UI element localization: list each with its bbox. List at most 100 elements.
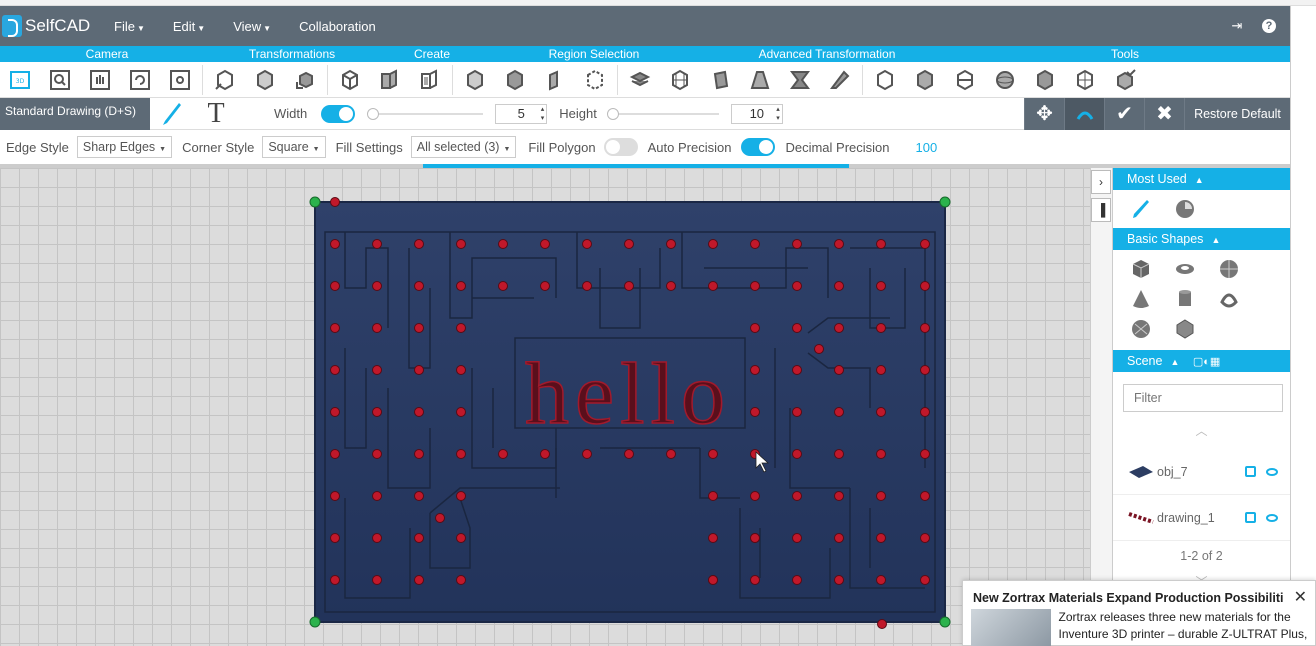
vertex-point[interactable] bbox=[792, 323, 802, 333]
vertex-point[interactable] bbox=[920, 575, 930, 585]
vertex-point[interactable] bbox=[834, 365, 844, 375]
scale-icon[interactable] bbox=[285, 64, 325, 96]
vertex-point[interactable] bbox=[708, 491, 718, 501]
vertex-point[interactable] bbox=[582, 239, 592, 249]
vertex-point[interactable] bbox=[834, 491, 844, 501]
vertex-point[interactable] bbox=[876, 407, 886, 417]
height-slider[interactable] bbox=[606, 107, 719, 120]
news-notification[interactable]: New Zortrax Materials Expand Production … bbox=[962, 580, 1316, 646]
vertex-point[interactable] bbox=[414, 533, 424, 543]
vertex-point[interactable] bbox=[666, 449, 676, 459]
width-input[interactable]: 5 bbox=[495, 103, 548, 124]
vertex-point[interactable] bbox=[708, 449, 718, 459]
vertex-point[interactable] bbox=[876, 533, 886, 543]
vertex-point[interactable] bbox=[920, 281, 930, 291]
restore-default-button[interactable]: Restore Default bbox=[1184, 97, 1290, 130]
scroll-up-icon[interactable]: ︿ bbox=[1113, 422, 1290, 439]
vertex-point[interactable] bbox=[582, 449, 592, 459]
vertex-point[interactable] bbox=[414, 491, 424, 501]
snap-button[interactable] bbox=[1064, 97, 1104, 130]
vertex-point[interactable] bbox=[330, 449, 340, 459]
cylinder-shape-icon[interactable] bbox=[1163, 284, 1207, 314]
vertex-point[interactable] bbox=[920, 239, 930, 249]
select-face-icon[interactable] bbox=[495, 64, 535, 96]
sign-out-icon[interactable]: ⇥ bbox=[1230, 19, 1244, 33]
vertex-point[interactable] bbox=[834, 281, 844, 291]
vertex-point[interactable] bbox=[920, 533, 930, 543]
scene-header[interactable]: Scene ▲ ▢◐▦ bbox=[1113, 350, 1290, 372]
tool-cube-icon[interactable] bbox=[865, 64, 905, 96]
vertex-point[interactable] bbox=[792, 575, 802, 585]
viewport-canvas[interactable]: hello bbox=[0, 168, 1090, 646]
vertex-point[interactable] bbox=[372, 575, 382, 585]
vertex-point[interactable] bbox=[876, 281, 886, 291]
vertex-point[interactable] bbox=[456, 533, 466, 543]
tool-grid-cube-icon[interactable] bbox=[1065, 64, 1105, 96]
width-slider[interactable] bbox=[367, 107, 484, 120]
deform-icon[interactable] bbox=[700, 64, 740, 96]
rotate-object-icon[interactable] bbox=[245, 64, 285, 96]
fill-polygon-toggle[interactable] bbox=[603, 138, 638, 156]
vertex-point[interactable] bbox=[498, 449, 508, 459]
vertex-point[interactable] bbox=[414, 407, 424, 417]
vertex-point[interactable] bbox=[582, 281, 592, 291]
vertex-point[interactable] bbox=[792, 407, 802, 417]
vertex-point[interactable] bbox=[330, 281, 340, 291]
vertex-point[interactable] bbox=[834, 575, 844, 585]
vertex-point[interactable] bbox=[876, 239, 886, 249]
scene-view-toggle-icon[interactable]: ▢◐▦ bbox=[1193, 356, 1220, 368]
vertex-point[interactable] bbox=[876, 365, 886, 375]
vertex-point[interactable] bbox=[708, 533, 718, 543]
vertex-point[interactable] bbox=[372, 323, 382, 333]
camera-view-3d-icon[interactable]: 3D bbox=[0, 64, 40, 96]
text-tool-button[interactable]: T bbox=[194, 98, 238, 130]
vertex-point[interactable] bbox=[666, 239, 676, 249]
vertex-point[interactable] bbox=[414, 281, 424, 291]
filter-input[interactable] bbox=[1124, 385, 1295, 411]
vertex-point[interactable] bbox=[877, 619, 887, 629]
vertex-point[interactable] bbox=[834, 533, 844, 543]
vertex-point[interactable] bbox=[372, 365, 382, 375]
maze-drawing[interactable]: hello bbox=[0, 168, 1090, 646]
scene-item-drawing-1[interactable]: drawing_1 bbox=[1113, 495, 1290, 541]
vertex-point[interactable] bbox=[920, 407, 930, 417]
vertex-point[interactable] bbox=[666, 281, 676, 291]
sphere-shape-icon[interactable] bbox=[1207, 254, 1251, 284]
vertex-point[interactable] bbox=[456, 365, 466, 375]
vertex-point[interactable] bbox=[834, 407, 844, 417]
vertex-point[interactable] bbox=[372, 239, 382, 249]
vertex-point[interactable] bbox=[414, 575, 424, 585]
rotate-view-icon[interactable] bbox=[120, 64, 160, 96]
help-icon[interactable]: ? bbox=[1262, 19, 1276, 33]
app-logo[interactable]: SelfCAD bbox=[0, 15, 100, 37]
vertex-point[interactable] bbox=[330, 575, 340, 585]
vertex-point[interactable] bbox=[876, 575, 886, 585]
eye-icon[interactable] bbox=[1266, 467, 1278, 476]
vertex-point[interactable] bbox=[435, 513, 445, 523]
extrude-icon[interactable] bbox=[370, 64, 410, 96]
vertex-point[interactable] bbox=[920, 365, 930, 375]
corner-handle[interactable] bbox=[939, 196, 951, 208]
pen-icon[interactable] bbox=[1119, 194, 1163, 224]
vertex-point[interactable] bbox=[708, 281, 718, 291]
vertex-point[interactable] bbox=[372, 491, 382, 501]
torus-shape-icon[interactable] bbox=[1163, 254, 1207, 284]
height-input[interactable]: 10 bbox=[730, 103, 783, 124]
menu-edit[interactable]: Edit ▼ bbox=[159, 19, 219, 34]
vertex-point[interactable] bbox=[750, 323, 760, 333]
vertex-point[interactable] bbox=[456, 407, 466, 417]
tool-sphere-icon[interactable] bbox=[985, 64, 1025, 96]
confirm-button[interactable]: ✔ bbox=[1104, 97, 1144, 130]
create-cube-icon[interactable] bbox=[330, 64, 370, 96]
vertex-point[interactable] bbox=[414, 449, 424, 459]
select-box-icon[interactable] bbox=[1245, 466, 1256, 477]
vertex-point[interactable] bbox=[456, 239, 466, 249]
vertex-point[interactable] bbox=[540, 239, 550, 249]
cone-shape-icon[interactable] bbox=[1119, 284, 1163, 314]
panel-layout-button[interactable]: ▐ bbox=[1091, 198, 1111, 222]
vertex-point[interactable] bbox=[414, 323, 424, 333]
scene-item-obj-7[interactable]: obj_7 bbox=[1113, 449, 1290, 495]
auto-precision-toggle[interactable] bbox=[741, 138, 776, 156]
vertex-point[interactable] bbox=[792, 281, 802, 291]
spin-icon[interactable] bbox=[1163, 194, 1207, 224]
